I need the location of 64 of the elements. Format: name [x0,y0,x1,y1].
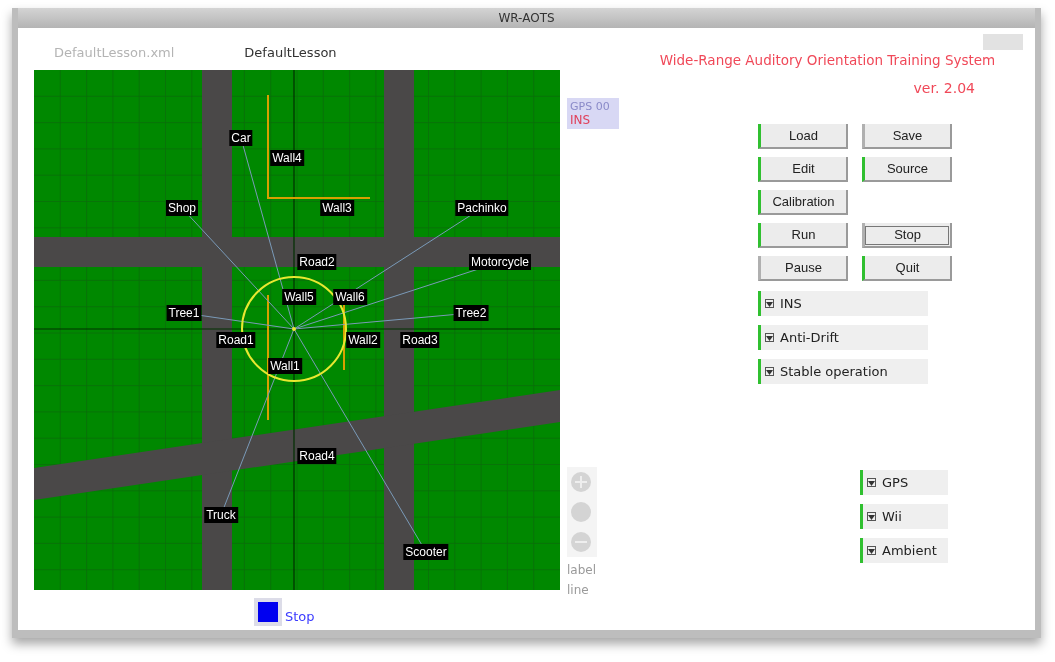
checkbox-option[interactable]: INS [758,291,928,316]
map-label[interactable]: Pachinko [455,200,509,216]
check-icon [868,547,875,554]
map-label[interactable]: Scooter [403,544,449,560]
map-label[interactable]: Wall5 [282,289,316,305]
command-button[interactable]: Quit [862,256,952,281]
command-button[interactable]: Source [862,157,952,182]
command-button[interactable]: Load [758,124,848,149]
map-label[interactable]: Wall6 [333,289,367,305]
map-label[interactable]: Road4 [297,448,337,464]
map-label[interactable]: Road2 [297,254,337,270]
command-button[interactable]: Run [758,223,848,248]
map-label[interactable]: Tree1 [166,305,202,321]
checkbox-option[interactable]: Anti-Drift [758,325,928,350]
window-title: WR-AOTS [18,8,1035,28]
center-dot [292,327,296,331]
map-label[interactable]: Motorcycle [469,254,531,270]
lesson-name: DefaultLesson [244,44,337,60]
check-icon [868,513,875,520]
check-icon [766,334,773,341]
check-icon [766,368,773,375]
ins-status: INS [570,113,592,127]
map-label[interactable]: Wall2 [346,332,380,348]
checkbox[interactable] [867,512,876,521]
app-title: Wide-Range Auditory Orientation Training System [658,52,997,68]
option-label: Ambient [882,543,937,558]
map-label[interactable]: Wall4 [270,150,304,166]
checkbox[interactable] [765,367,774,376]
option-label: GPS [882,475,909,490]
map-label[interactable]: Shop [166,200,198,216]
checkbox[interactable] [867,546,876,555]
command-button[interactable]: Stop [862,223,952,248]
checkbox-option[interactable]: Stable operation [758,359,928,384]
faint-label: line [567,583,590,597]
option-label: Wii [882,509,902,524]
map-label[interactable]: Car [229,130,253,146]
stop-icon[interactable] [254,598,282,626]
map-label[interactable]: Tree2 [453,305,489,321]
gps-status: GPS 00 [570,100,611,113]
option-label: INS [780,296,802,311]
checkbox[interactable] [765,299,774,308]
file-name: DefaultLesson.xml [54,44,175,60]
map-label[interactable]: Road1 [216,332,256,348]
checkbox-option[interactable]: GPS [860,470,948,495]
version-label: ver. 2.04 [912,80,976,96]
option-label: Stable operation [780,364,888,379]
check-icon [766,300,773,307]
checkbox-option[interactable]: Ambient [860,538,948,563]
checkbox[interactable] [867,478,876,487]
checkbox-option[interactable]: Wii [860,504,948,529]
faint-label: label [567,563,598,577]
map-label[interactable]: Road3 [400,332,440,348]
map-label[interactable]: Truck [204,507,238,523]
map-label[interactable]: Wall1 [268,358,302,374]
run-state: Stop [285,608,315,624]
command-button[interactable]: Pause [758,256,848,281]
command-button[interactable]: Calibration [758,190,848,215]
indicator-box [983,34,1023,50]
map-label[interactable]: Wall3 [320,200,354,216]
checkbox[interactable] [765,333,774,342]
check-icon [868,479,875,486]
command-button[interactable]: Edit [758,157,848,182]
command-button[interactable]: Save [862,124,952,149]
option-label: Anti-Drift [780,330,839,345]
